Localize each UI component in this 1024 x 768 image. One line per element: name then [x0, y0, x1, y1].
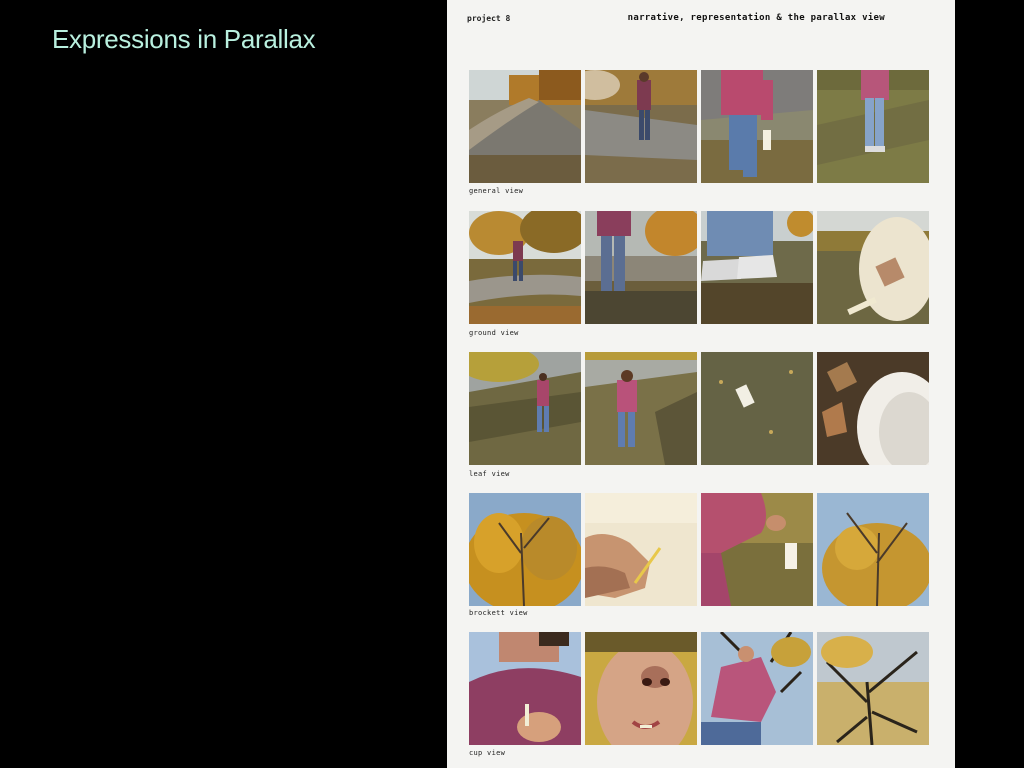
thumb-r1-c1 [469, 70, 581, 183]
caption-brockett-view: brockett view [469, 609, 528, 617]
thumb-r4-c4 [817, 493, 929, 606]
caption-general-view: general view [469, 187, 524, 195]
thumb-r2-c3 [701, 211, 813, 324]
project-label: project 8 [467, 14, 511, 23]
thumb-r5-c1 [469, 632, 581, 745]
thumb-r5-c4 [817, 632, 929, 745]
caption-cup-view: cup view [469, 749, 506, 757]
slide-title: Expressions in Parallax [52, 24, 316, 54]
thumb-r4-c2 [585, 493, 697, 606]
caption-ground-view: ground view [469, 329, 519, 337]
thumb-r2-c1 [469, 211, 581, 324]
thumb-r3-c3 [701, 352, 813, 465]
document-page: project 8 narrative, representation & th… [447, 0, 955, 768]
caption-leaf-view: leaf view [469, 470, 510, 478]
thumb-r5-c3 [701, 632, 813, 745]
thumb-r3-c1 [469, 352, 581, 465]
project-title: narrative, representation & the parallax… [627, 13, 885, 23]
thumb-r2-c4 [817, 211, 929, 324]
thumb-r1-c4 [817, 70, 929, 183]
thumb-r3-c2 [585, 352, 697, 465]
thumb-r1-c2 [585, 70, 697, 183]
thumb-r5-c2 [585, 632, 697, 745]
thumb-r4-c3 [701, 493, 813, 606]
thumb-r1-c3 [701, 70, 813, 183]
thumb-r3-c4 [817, 352, 929, 465]
thumb-r2-c2 [585, 211, 697, 324]
thumb-r4-c1 [469, 493, 581, 606]
